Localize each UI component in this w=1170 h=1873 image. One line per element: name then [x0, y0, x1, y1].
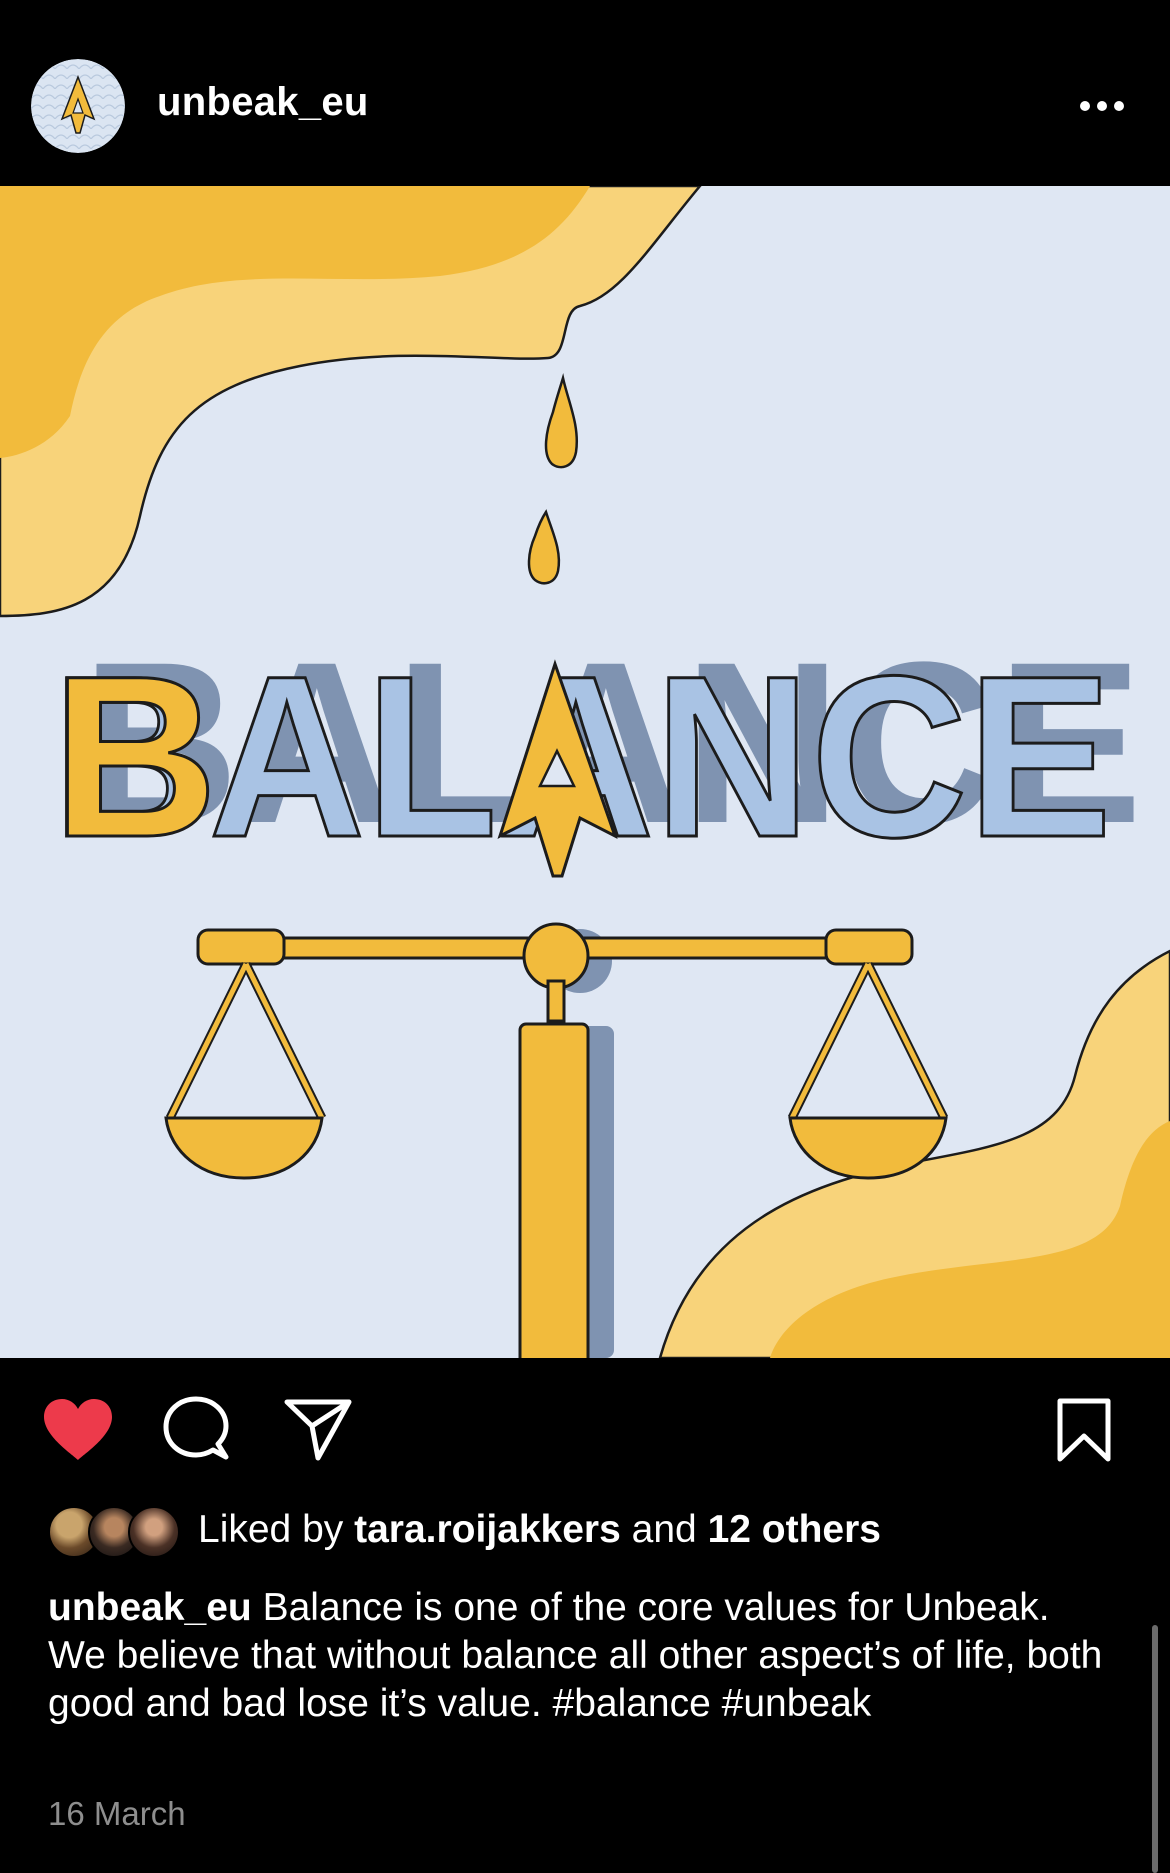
ellipsis-horizontal-icon[interactable]	[1075, 96, 1135, 120]
scrollbar[interactable]	[1152, 1625, 1158, 1873]
likes-summary: Liked by tara.roijakkers and 12 others	[198, 1508, 881, 1552]
profile-avatar[interactable]	[31, 59, 125, 153]
post-image[interactable]: BALANCE BALANCE B	[0, 186, 1170, 1358]
liker-avatars[interactable]	[48, 1506, 183, 1558]
drop-2	[527, 509, 561, 585]
bookmark-icon[interactable]	[1056, 1398, 1112, 1467]
heart-filled-icon[interactable]	[42, 1398, 114, 1467]
caption-username[interactable]: unbeak_eu	[48, 1586, 252, 1629]
liker-username[interactable]: tara.roijakkers	[354, 1508, 621, 1551]
post-date: 16 March	[48, 1795, 186, 1832]
likes-row[interactable]: Liked by tara.roijakkers and 12 others	[48, 1500, 1148, 1562]
post-actions	[0, 1358, 1170, 1498]
liker-avatar	[128, 1506, 180, 1558]
likes-connector: and	[631, 1508, 697, 1551]
likes-prefix: Liked by	[198, 1508, 344, 1551]
svg-text:B: B	[52, 628, 218, 885]
caption-hashtags[interactable]: #balance #unbeak	[553, 1682, 872, 1725]
balance-b-yellow: B	[51, 627, 220, 887]
comment-bubble-icon[interactable]	[163, 1396, 229, 1467]
post-header: unbeak_eu	[0, 0, 1170, 186]
paper-plane-icon[interactable]	[284, 1398, 352, 1467]
drop-1	[544, 373, 579, 469]
likes-others[interactable]: 12 others	[708, 1508, 881, 1551]
header-username[interactable]: unbeak_eu	[157, 80, 369, 125]
post-caption: unbeak_eu Balance is one of the core val…	[48, 1584, 1118, 1728]
